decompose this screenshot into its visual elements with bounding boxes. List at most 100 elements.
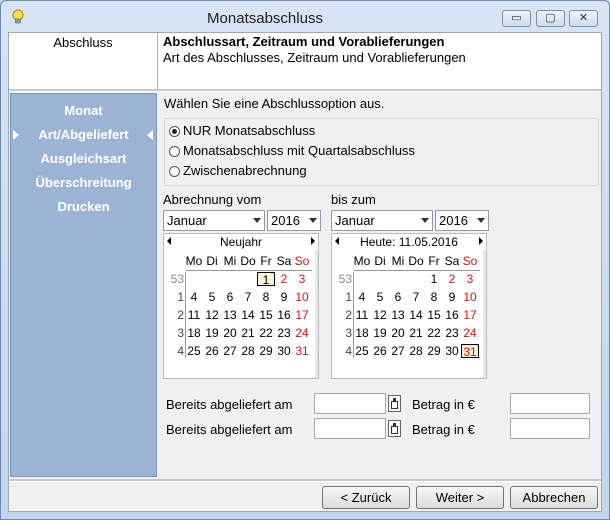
calendar-day[interactable]: 17 bbox=[461, 308, 479, 322]
calendar-day[interactable]: 16 bbox=[275, 308, 293, 322]
radio-label-quartalsabschluss[interactable]: Monatsabschluss mit Quartalsabschluss bbox=[183, 143, 415, 158]
calendar-day[interactable]: 16 bbox=[443, 308, 461, 322]
calendar-day[interactable]: 28 bbox=[407, 344, 425, 358]
amount-input-2[interactable] bbox=[510, 418, 590, 439]
calendar-day[interactable]: 30 bbox=[275, 344, 293, 358]
calendar-day[interactable]: 13 bbox=[389, 308, 407, 322]
calendar-day[interactable]: 18 bbox=[185, 326, 203, 340]
radio-label-zwischenabrechnung[interactable]: Zwischenabrechnung bbox=[183, 163, 307, 178]
nav-item-drucken[interactable]: Drucken bbox=[11, 199, 156, 214]
calendar-day[interactable]: 27 bbox=[389, 344, 407, 358]
amount-label-2: Betrag in € bbox=[412, 422, 475, 437]
calendar-day[interactable]: 28 bbox=[239, 344, 257, 358]
calendar-day[interactable]: 21 bbox=[239, 326, 257, 340]
calendar-day[interactable]: 11 bbox=[353, 308, 371, 322]
nav-item-art-abgeliefert[interactable]: Art/Abgeliefert bbox=[11, 127, 156, 142]
week-number: 53 bbox=[170, 272, 184, 286]
calendar-day[interactable]: 7 bbox=[239, 290, 257, 304]
calendar-day[interactable]: 20 bbox=[221, 326, 239, 340]
calendar-day[interactable]: 31 bbox=[461, 344, 479, 359]
calendar-day[interactable]: 20 bbox=[389, 326, 407, 340]
delivery-date-input-1[interactable] bbox=[314, 393, 386, 414]
to-month-select[interactable]: Januar bbox=[331, 210, 433, 231]
back-button[interactable]: < Zurück bbox=[322, 486, 410, 509]
calendar-day[interactable]: 22 bbox=[425, 326, 443, 340]
to-calendar[interactable]: Heute: 11.05.2016 Mo Di Mi Do Fr Sa So 53 1 2 3 1 4 5… bbox=[331, 233, 487, 379]
calendar-day[interactable]: 6 bbox=[221, 290, 239, 304]
calendar-day[interactable]: 17 bbox=[293, 308, 311, 322]
calendar-day[interactable]: 7 bbox=[407, 290, 425, 304]
to-year-select[interactable]: 2016 bbox=[435, 210, 489, 231]
calendar-day[interactable]: 2 bbox=[275, 272, 293, 286]
calendar-day[interactable]: 21 bbox=[407, 326, 425, 340]
calendar-day[interactable]: 6 bbox=[389, 290, 407, 304]
calendar-day[interactable]: 1 bbox=[257, 272, 275, 287]
calendar-day[interactable]: 11 bbox=[185, 308, 203, 322]
calendar-scrollbar[interactable] bbox=[483, 250, 486, 378]
from-month-select[interactable]: Januar bbox=[163, 210, 265, 231]
calendar-day[interactable]: 19 bbox=[203, 326, 221, 340]
calendar-day[interactable]: 25 bbox=[185, 344, 203, 358]
title-bar[interactable]: Monatsabschluss ▭ ▢ ✕ bbox=[1, 1, 609, 32]
calendar-day[interactable]: 26 bbox=[203, 344, 221, 358]
calendar-day[interactable]: 24 bbox=[461, 326, 479, 340]
calendar-day[interactable]: 23 bbox=[275, 326, 293, 340]
next-month-arrow-icon[interactable] bbox=[311, 237, 315, 245]
from-calendar[interactable]: Neujahr Mo Di Mi Do Fr Sa So 53 1 2 3 1 4 5 6 7 8 9 10 2 11 1… bbox=[163, 233, 319, 379]
calendar-day[interactable]: 22 bbox=[257, 326, 275, 340]
calendar-day[interactable]: 30 bbox=[443, 344, 461, 358]
weekday-label: Sa bbox=[444, 254, 460, 268]
calendar-day[interactable]: 18 bbox=[353, 326, 371, 340]
calendar-day[interactable]: 4 bbox=[353, 290, 371, 304]
calendar-day[interactable]: 23 bbox=[443, 326, 461, 340]
calendar-day[interactable]: 2 bbox=[443, 272, 461, 286]
calendar-day[interactable]: 9 bbox=[443, 290, 461, 304]
calendar-day[interactable]: 3 bbox=[461, 272, 479, 286]
calendar-day[interactable]: 5 bbox=[371, 290, 389, 304]
calendar-day[interactable]: 3 bbox=[293, 272, 311, 286]
calendar-day[interactable]: 8 bbox=[257, 290, 275, 304]
calendar-day[interactable]: 12 bbox=[371, 308, 389, 322]
amount-input-1[interactable] bbox=[510, 393, 590, 414]
calendar-day[interactable]: 8 bbox=[425, 290, 443, 304]
calendar-day[interactable]: 5 bbox=[203, 290, 221, 304]
calendar-day[interactable]: 27 bbox=[221, 344, 239, 358]
calendar-day[interactable]: 10 bbox=[461, 290, 479, 304]
radio-zwischenabrechnung[interactable] bbox=[169, 166, 180, 177]
nav-item-ueberschreitung[interactable]: Überschreitung bbox=[11, 175, 156, 190]
cancel-button[interactable]: Abbrechen bbox=[510, 486, 598, 509]
next-button[interactable]: Weiter > bbox=[416, 486, 504, 509]
calendar-day[interactable]: 24 bbox=[293, 326, 311, 340]
radio-nur-monatsabschluss[interactable] bbox=[169, 126, 180, 137]
calendar-scrollbar[interactable] bbox=[315, 250, 318, 378]
calendar-day[interactable]: 14 bbox=[407, 308, 425, 322]
calendar-day[interactable]: 10 bbox=[293, 290, 311, 304]
calendar-day[interactable]: 19 bbox=[371, 326, 389, 340]
radio-label-nur-monatsabschluss[interactable]: NUR Monatsabschluss bbox=[183, 123, 315, 138]
calendar-day[interactable]: 29 bbox=[425, 344, 443, 358]
calendar-day[interactable]: 1 bbox=[425, 272, 443, 286]
calendar-day[interactable]: 31 bbox=[293, 344, 311, 358]
calendar-day[interactable]: 14 bbox=[239, 308, 257, 322]
from-year-select[interactable]: 2016 bbox=[267, 210, 321, 231]
calendar-day[interactable]: 29 bbox=[257, 344, 275, 358]
weekday-label: Do bbox=[408, 254, 424, 268]
nav-item-ausgleichsart[interactable]: Ausgleichsart bbox=[11, 151, 156, 166]
nav-item-monat[interactable]: Monat bbox=[11, 103, 156, 118]
calendar-day[interactable]: 25 bbox=[353, 344, 371, 358]
radio-quartalsabschluss[interactable] bbox=[169, 146, 180, 157]
calendar-icon[interactable] bbox=[388, 395, 401, 412]
calendar-day[interactable]: 26 bbox=[371, 344, 389, 358]
next-month-arrow-icon[interactable] bbox=[479, 237, 483, 245]
minimize-button[interactable]: ▭ bbox=[502, 10, 531, 27]
calendar-day[interactable]: 15 bbox=[257, 308, 275, 322]
calendar-day[interactable]: 15 bbox=[425, 308, 443, 322]
delivery-date-input-2[interactable] bbox=[314, 418, 386, 439]
calendar-day[interactable]: 12 bbox=[203, 308, 221, 322]
calendar-day[interactable]: 9 bbox=[275, 290, 293, 304]
close-button[interactable]: ✕ bbox=[569, 10, 598, 27]
calendar-icon[interactable] bbox=[388, 420, 401, 437]
calendar-day[interactable]: 4 bbox=[185, 290, 203, 304]
calendar-day[interactable]: 13 bbox=[221, 308, 239, 322]
maximize-button[interactable]: ▢ bbox=[536, 10, 565, 27]
